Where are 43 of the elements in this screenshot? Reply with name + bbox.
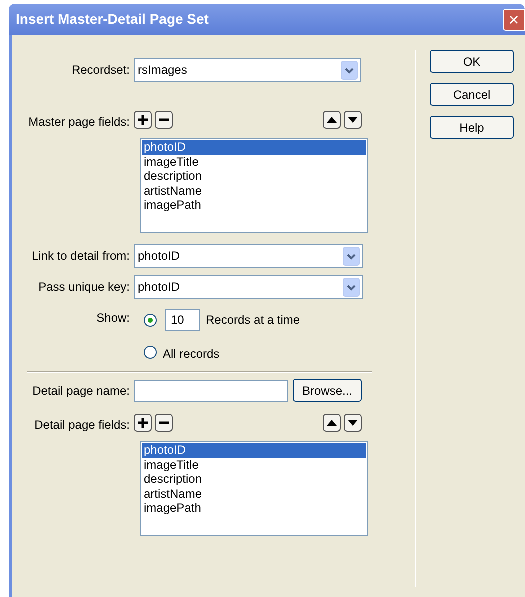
- option-label: All records: [163, 346, 220, 362]
- list-item[interactable]: imageTitle: [142, 458, 366, 472]
- list-item[interactable]: photoID: [142, 443, 366, 458]
- radio-button[interactable]: [144, 314, 157, 326]
- dropdown[interactable]: photoID: [134, 275, 363, 299]
- list-item[interactable]: description: [142, 472, 366, 486]
- dropdown-value: photoID: [138, 279, 180, 296]
- dialog-button[interactable]: OK: [430, 50, 514, 73]
- list-item[interactable]: artistName: [142, 184, 366, 198]
- field-label: Show:: [96, 310, 131, 327]
- move-down-icon[interactable]: [344, 111, 362, 129]
- close-button[interactable]: ×: [503, 8, 525, 30]
- dropdown-value: rsImages: [138, 62, 188, 79]
- field-label: Detail page name:: [32, 382, 131, 400]
- dropdown[interactable]: rsImages: [134, 58, 361, 82]
- move-down-icon[interactable]: [344, 414, 362, 432]
- remove-icon[interactable]: [155, 414, 173, 432]
- field-label: Master page fields:: [28, 114, 131, 131]
- list-item[interactable]: imagePath: [142, 198, 366, 212]
- add-icon[interactable]: [134, 111, 152, 129]
- field-label: Recordset:: [70, 62, 131, 79]
- list-item[interactable]: imagePath: [142, 501, 366, 516]
- field-label: Detail page fields:: [34, 417, 131, 434]
- list-item[interactable]: imageTitle: [142, 154, 366, 169]
- dropdown[interactable]: photoID: [134, 244, 363, 268]
- count-field[interactable]: 10: [165, 309, 200, 331]
- option-label: Records at a time: [206, 312, 300, 329]
- move-up-icon[interactable]: [323, 414, 341, 432]
- field-label: Pass unique key:: [38, 279, 131, 296]
- browse-button[interactable]: Browse...: [293, 379, 362, 402]
- move-up-icon[interactable]: [323, 111, 341, 129]
- list-item[interactable]: artistName: [142, 486, 366, 501]
- dialog-button[interactable]: Help: [430, 116, 514, 139]
- radio-button[interactable]: [144, 346, 157, 358]
- field-label: Link to detail from:: [30, 248, 131, 265]
- list-item[interactable]: description: [142, 169, 366, 184]
- remove-icon[interactable]: [155, 111, 173, 129]
- dropdown-value: photoID: [138, 248, 180, 265]
- list-item[interactable]: photoID: [142, 140, 366, 154]
- window-title: Insert Master-Detail Page Set: [16, 10, 209, 29]
- text-field[interactable]: [134, 380, 288, 402]
- add-icon[interactable]: [134, 414, 152, 432]
- dialog-button[interactable]: Cancel: [430, 83, 514, 106]
